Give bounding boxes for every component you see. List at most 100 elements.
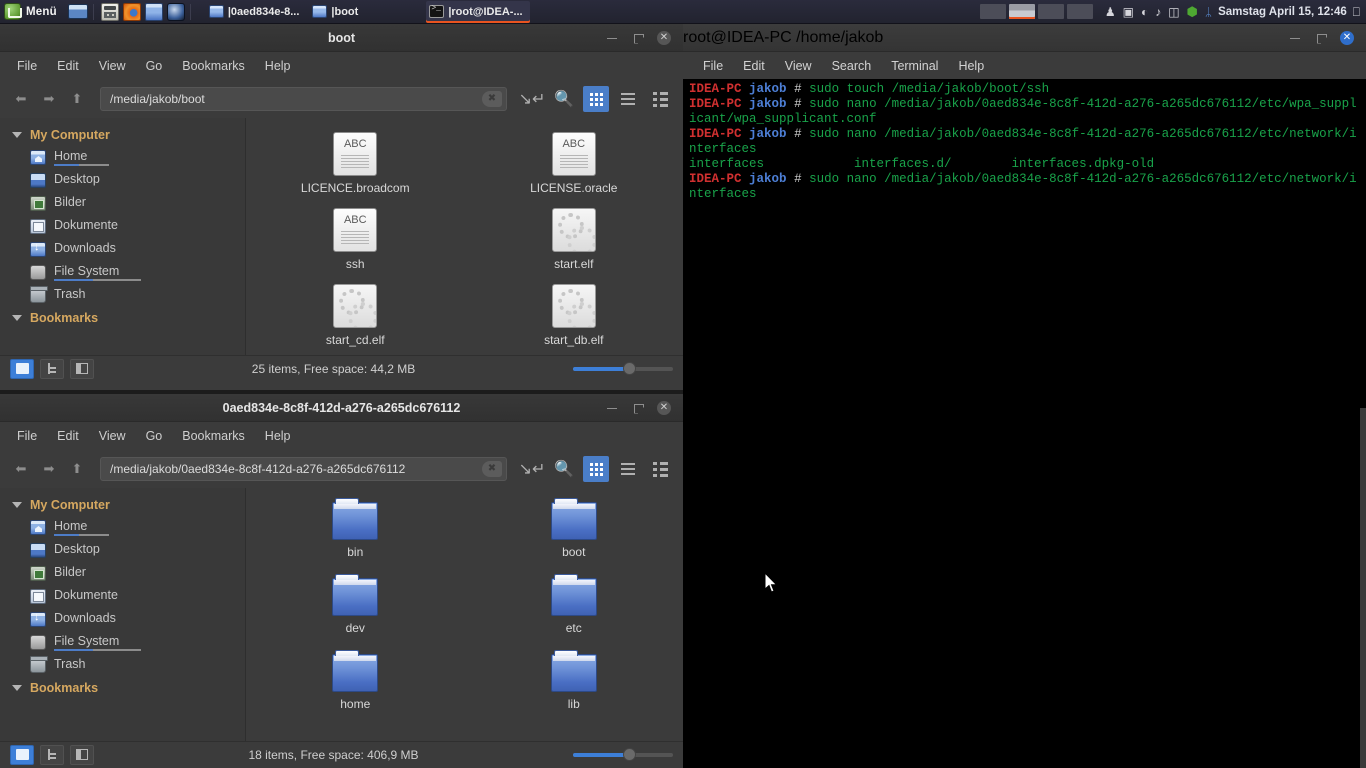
sidebar-section-my-computer[interactable]: My Computer (0, 124, 245, 146)
battery-icon[interactable]: ◫ (1168, 6, 1179, 18)
tree-view-toggle[interactable] (40, 745, 64, 765)
compact-view-icon[interactable] (647, 86, 673, 112)
zoom-slider[interactable] (573, 362, 673, 376)
workspace-3[interactable] (1038, 4, 1064, 19)
chevron-down-icon[interactable] (12, 315, 22, 321)
forward-button[interactable]: ➡ (38, 88, 60, 110)
sidebar-section-my-computer[interactable]: My Computer (0, 494, 245, 516)
list-view-icon[interactable] (615, 456, 641, 482)
menu-edit[interactable]: Edit (48, 56, 88, 76)
menu-bookmarks[interactable]: Bookmarks (173, 56, 254, 76)
maximize-button[interactable] (1314, 31, 1328, 45)
workspace-1[interactable] (980, 4, 1006, 19)
file-item[interactable]: LICENCE.broadcom (246, 132, 465, 208)
menu-terminal[interactable]: Terminal (881, 56, 948, 76)
chevron-down-icon[interactable] (12, 685, 22, 691)
sidebar-item-home[interactable]: Home (0, 146, 245, 169)
back-button[interactable]: ⬅ (10, 88, 32, 110)
sidebar-item-downloads[interactable]: Downloads (0, 608, 245, 631)
menu-view[interactable]: View (90, 56, 135, 76)
taskbar-window-terminal[interactable]: |root@IDEA-... (426, 1, 529, 23)
display-icon[interactable]: ▣ (1123, 6, 1134, 18)
menu-view[interactable]: View (775, 56, 822, 76)
show-desktop-icon[interactable] (68, 4, 88, 19)
compact-view-icon[interactable] (647, 456, 673, 482)
sidebar-section-bookmarks[interactable]: Bookmarks (0, 307, 245, 329)
sidebar-item-desktop[interactable]: Desktop (0, 539, 245, 562)
terminal-scrollbar[interactable] (1360, 79, 1366, 768)
sidebar-item-desktop[interactable]: Desktop (0, 169, 245, 192)
folder-item[interactable]: home (246, 654, 465, 730)
close-button[interactable]: ✕ (1340, 31, 1354, 45)
scrollbar-thumb[interactable] (1360, 408, 1366, 768)
sidebar-item-file-system[interactable]: File System (0, 261, 245, 284)
clear-icon[interactable]: ✖ (482, 91, 502, 107)
file-item[interactable]: start_cd.elf (246, 284, 465, 360)
zoom-slider[interactable] (573, 748, 673, 762)
clock[interactable]: Samstag April 15, 12:46 (1218, 6, 1347, 18)
folder-item[interactable]: boot (465, 502, 684, 578)
file-item[interactable]: ssh (246, 208, 465, 284)
up-button[interactable]: ⬆ (66, 458, 88, 480)
maximize-button[interactable] (631, 401, 645, 415)
sidebar-item-dokumente[interactable]: Dokumente (0, 585, 245, 608)
grid-view-icon[interactable] (583, 456, 609, 482)
menu-button[interactable]: Menü (0, 0, 64, 24)
sidebar-item-bilder[interactable]: Bilder (0, 192, 245, 215)
file-item[interactable]: start.elf (465, 208, 684, 284)
minimize-button[interactable] (605, 401, 619, 415)
wifi-icon[interactable]: ◐ (1141, 6, 1148, 18)
search-icon[interactable]: 🔍 (551, 86, 577, 112)
sidebar-item-home[interactable]: Home (0, 516, 245, 539)
icon-view-toggle[interactable] (10, 359, 34, 379)
up-button[interactable]: ⬆ (66, 88, 88, 110)
workspace-switcher[interactable] (980, 4, 1093, 19)
firefox-launcher[interactable] (123, 3, 141, 21)
menu-file[interactable]: File (8, 56, 46, 76)
menu-edit[interactable]: Edit (733, 56, 775, 76)
image-viewer-launcher[interactable] (167, 3, 185, 21)
split-view-icon[interactable]: ↘↵ (519, 456, 545, 482)
minimize-button[interactable] (605, 31, 619, 45)
taskbar-window-boot[interactable]: |boot (309, 1, 365, 23)
titlebar-volume[interactable]: 0aed834e-8c8f-412d-a276-a265dc676112 ✕ (0, 394, 683, 422)
taskbar-window-volume[interactable]: |0aed834e-8... (206, 1, 307, 23)
folder-item[interactable]: lib (465, 654, 684, 730)
close-button[interactable]: ✕ (657, 31, 671, 45)
minimize-button[interactable] (1288, 31, 1302, 45)
sidebar-item-downloads[interactable]: Downloads (0, 238, 245, 261)
tree-view-toggle[interactable] (40, 359, 64, 379)
user-icon[interactable]: ♟ (1105, 6, 1116, 18)
menu-file[interactable]: File (693, 56, 733, 76)
file-area-boot[interactable]: LICENCE.broadcom LICENSE.oracle ssh star… (246, 118, 683, 355)
sidebar-section-bookmarks[interactable]: Bookmarks (0, 677, 245, 699)
sidebar-item-trash[interactable]: Trash (0, 284, 245, 307)
close-button[interactable]: ✕ (657, 401, 671, 415)
folder-item[interactable]: etc (465, 578, 684, 654)
chevron-down-icon[interactable] (12, 132, 22, 138)
search-icon[interactable]: 🔍 (551, 456, 577, 482)
location-bar[interactable]: /media/jakob/0aed834e-8c8f-412d-a276-a26… (100, 457, 507, 481)
menu-help[interactable]: Help (948, 56, 994, 76)
file-item[interactable]: start_db.elf (465, 284, 684, 360)
location-bar[interactable]: /media/jakob/boot ✖ (100, 87, 507, 111)
sidebar-toggle[interactable] (70, 359, 94, 379)
workspace-4[interactable] (1067, 4, 1093, 19)
file-item[interactable]: LICENSE.oracle (465, 132, 684, 208)
titlebar-boot[interactable]: boot ✕ (0, 24, 683, 52)
file-manager-launcher[interactable] (145, 3, 163, 21)
menu-go[interactable]: Go (137, 426, 172, 446)
clear-icon[interactable]: ✖ (482, 461, 502, 477)
menu-view[interactable]: View (90, 426, 135, 446)
sidebar-item-file-system[interactable]: File System (0, 631, 245, 654)
menu-help[interactable]: Help (256, 426, 300, 446)
folder-item[interactable]: dev (246, 578, 465, 654)
sound-icon[interactable]: ♪ (1155, 6, 1161, 18)
folder-item[interactable]: bin (246, 502, 465, 578)
forward-button[interactable]: ➡ (38, 458, 60, 480)
sidebar-toggle[interactable] (70, 745, 94, 765)
icon-view-toggle[interactable] (10, 745, 34, 765)
maximize-button[interactable] (631, 31, 645, 45)
workspace-2[interactable] (1009, 4, 1035, 19)
sidebar-item-trash[interactable]: Trash (0, 654, 245, 677)
